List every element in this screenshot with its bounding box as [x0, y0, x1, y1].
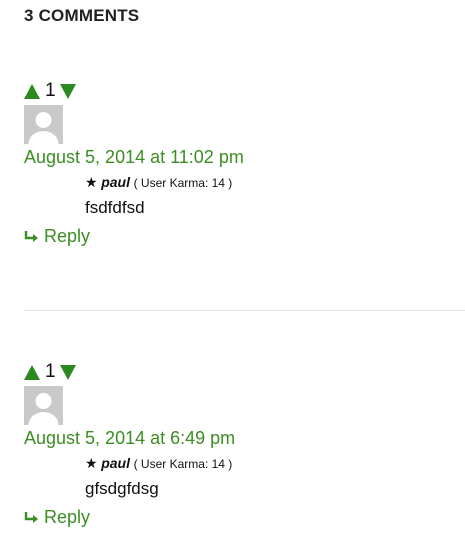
comment-item: 1 August 5, 2014 at 11:02 pm ★ paul ( Us… [24, 80, 465, 247]
star-icon: ★ [85, 455, 98, 471]
comment-text: fsdfdfsd [85, 198, 145, 217]
downvote-arrow-icon[interactable] [59, 364, 76, 380]
star-icon: ★ [85, 174, 98, 190]
avatar [24, 105, 63, 144]
comment-author: paul [101, 174, 130, 190]
comment-divider [24, 310, 465, 311]
reply-label: Reply [44, 226, 91, 246]
reply-arrow-icon [24, 230, 38, 242]
user-karma: ( User Karma: 14 ) [133, 176, 233, 190]
downvote-arrow-icon[interactable] [59, 83, 76, 99]
comment-item: 1 August 5, 2014 at 6:49 pm ★ paul ( Use… [24, 361, 465, 528]
vote-count: 1 [45, 80, 56, 101]
comment-meta: ★ paul ( User Karma: 14 ) [85, 174, 465, 191]
default-avatar-icon [28, 112, 59, 144]
vote-controls: 1 [24, 361, 465, 383]
user-karma: ( User Karma: 14 ) [133, 457, 233, 471]
upvote-arrow-icon[interactable] [24, 83, 40, 99]
comment-author: paul [101, 455, 130, 471]
comment-date-link[interactable]: August 5, 2014 at 6:49 pm [24, 428, 465, 449]
vote-count: 1 [45, 361, 56, 382]
reply-link[interactable]: Reply [24, 226, 465, 247]
comment-text: gfsdgfdsg [85, 479, 159, 498]
default-avatar-icon [28, 393, 59, 425]
upvote-arrow-icon[interactable] [24, 364, 40, 380]
comment-date-link[interactable]: August 5, 2014 at 11:02 pm [24, 147, 465, 168]
reply-link[interactable]: Reply [24, 507, 465, 528]
avatar [24, 386, 63, 425]
reply-arrow-icon [24, 511, 38, 523]
comments-heading: 3 COMMENTS [24, 6, 140, 25]
comment-meta: ★ paul ( User Karma: 14 ) [85, 455, 465, 472]
vote-controls: 1 [24, 80, 465, 102]
reply-label: Reply [44, 507, 91, 527]
